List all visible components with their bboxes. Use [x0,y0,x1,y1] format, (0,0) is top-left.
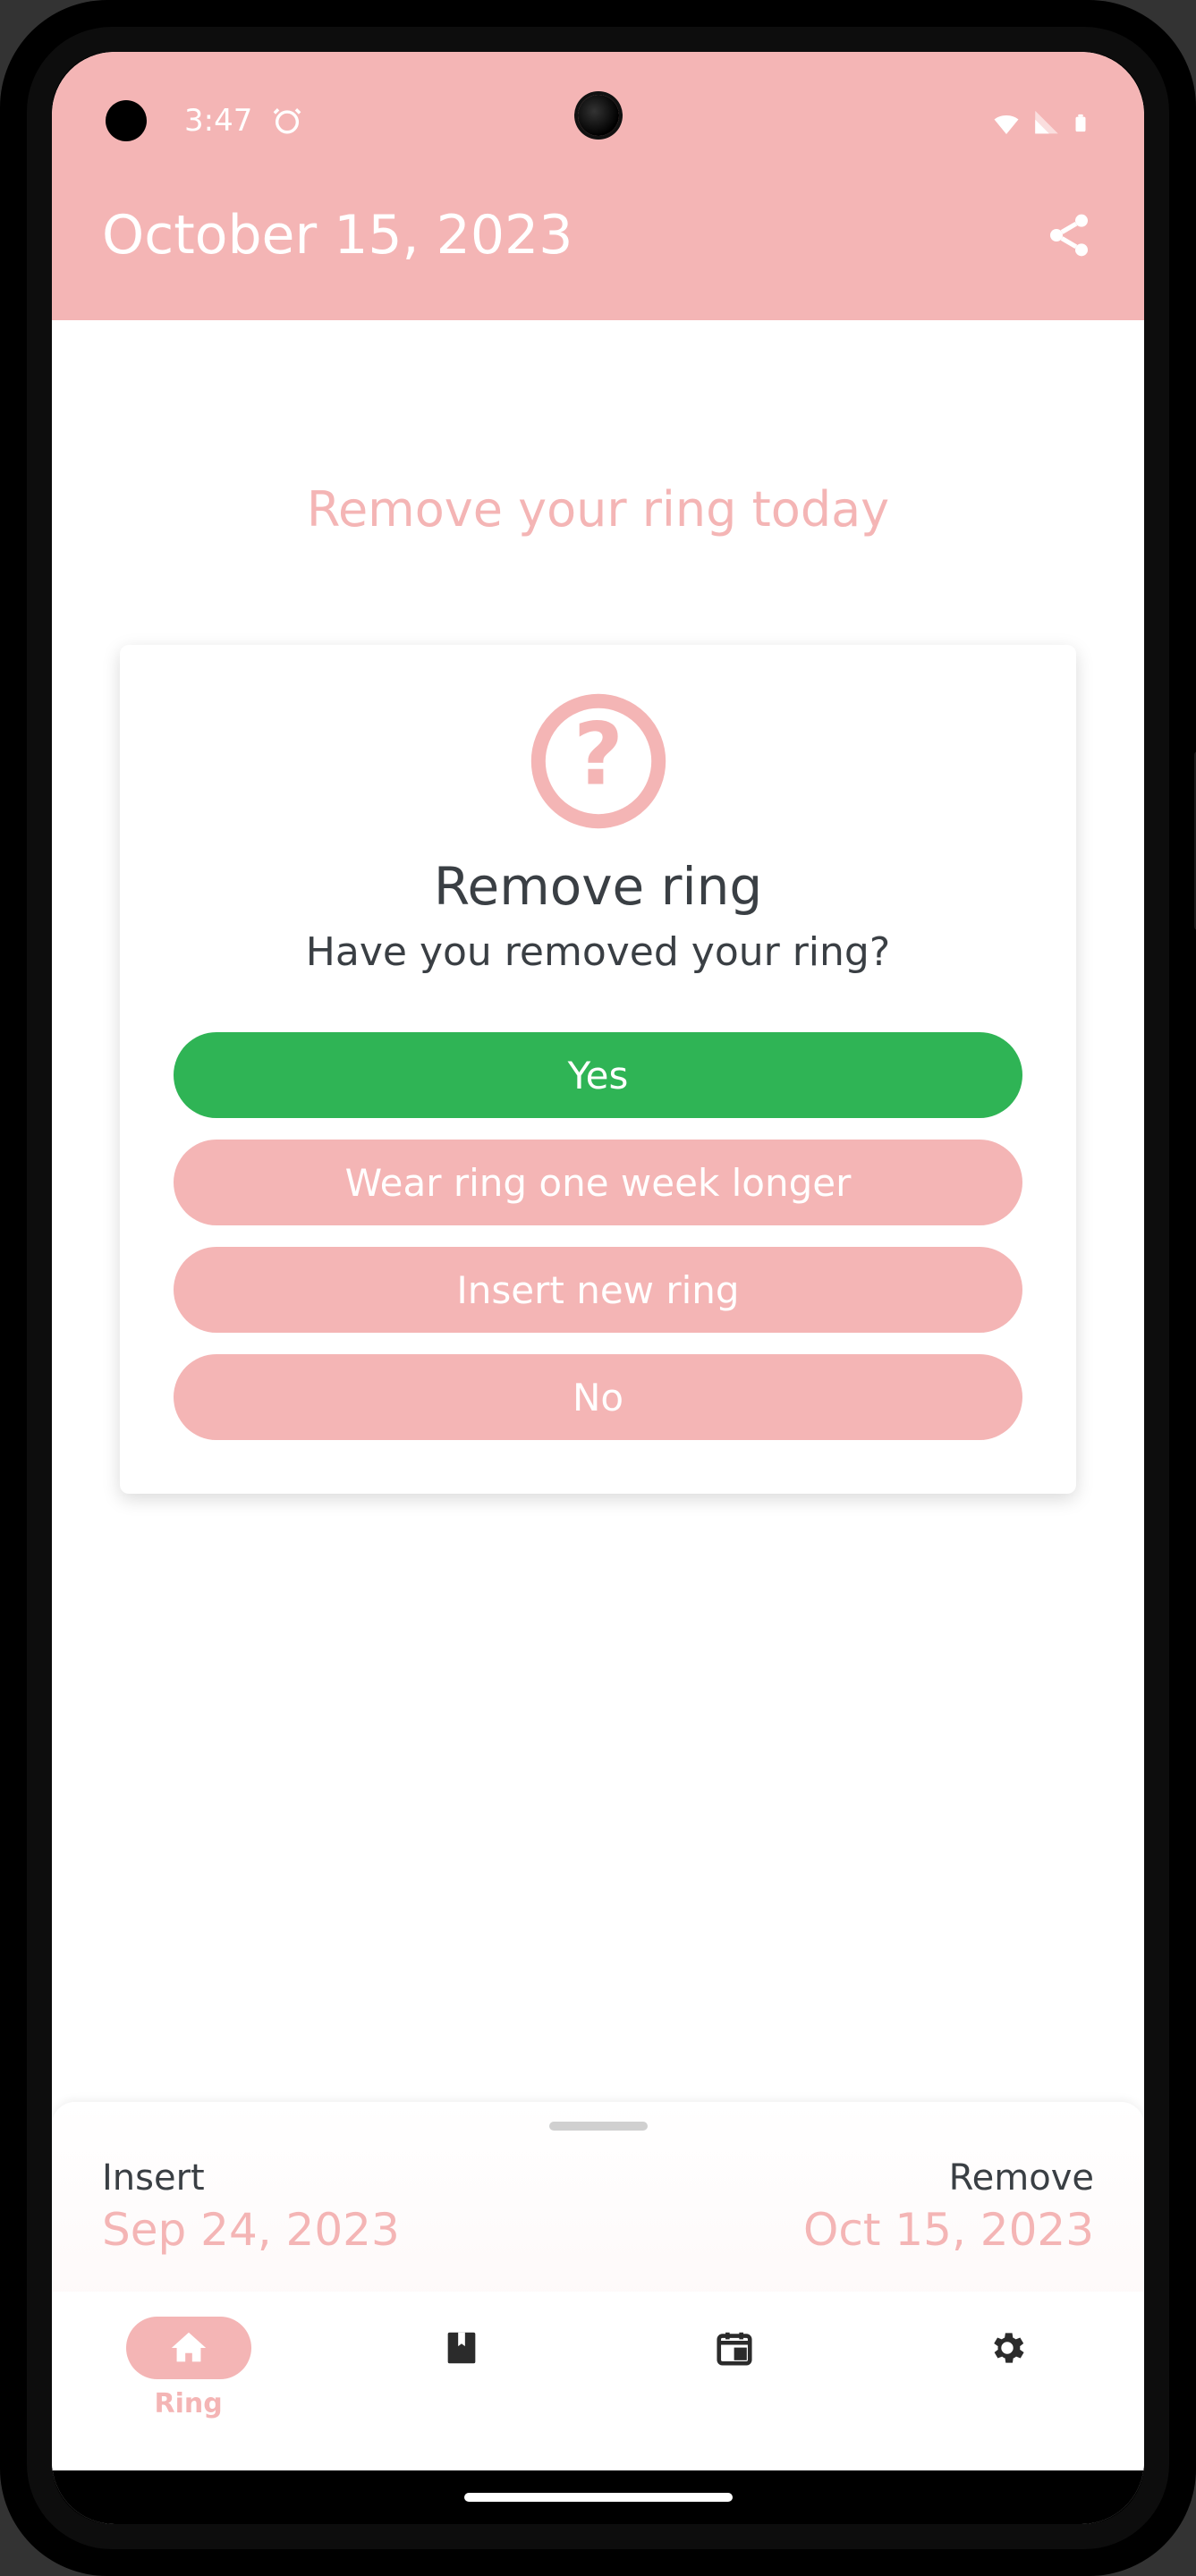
front-camera [578,95,619,136]
status-time: 3:47 [184,103,252,139]
nav-ring[interactable]: Ring [52,2317,325,2419]
share-icon[interactable] [1044,210,1094,260]
extend-button[interactable]: Wear ring one week longer [174,1140,1022,1225]
insert-new-button[interactable]: Insert new ring [174,1247,1022,1333]
prompt-card: ? Remove ring Have you removed your ring… [120,645,1076,1494]
card-question: Have you removed your ring? [306,929,890,975]
remove-date: Oct 15, 2023 [803,2204,1094,2256]
calendar-icon [714,2327,755,2368]
bottom-nav: Ring [52,2292,1144,2470]
home-icon [168,2327,209,2368]
alarm-icon [272,106,302,136]
phone-inner: 3:47 October 15, 2023 [27,27,1169,2549]
status-dot [106,100,147,141]
insert-date: Sep 24, 2023 [102,2204,400,2256]
nav-bookmark[interactable] [325,2317,598,2388]
drag-handle[interactable] [549,2122,648,2131]
question-icon: ? [527,690,670,833]
status-right [990,107,1090,140]
signal-icon [1031,108,1062,139]
screen: 3:47 October 15, 2023 [52,52,1144,2524]
gesture-bar[interactable] [464,2493,733,2502]
app-bar: October 15, 2023 [52,150,1144,320]
nav-settings[interactable] [871,2317,1144,2388]
reminder-text: Remove your ring today [52,320,1144,645]
bookmark-icon [441,2327,482,2368]
nav-ring-label: Ring [155,2388,223,2419]
system-nav [52,2470,1144,2524]
phone-frame: 3:47 October 15, 2023 [0,0,1196,2576]
status-left: 3:47 [106,100,302,141]
main-content: Remove your ring today ? Remove ring Hav… [52,320,1144,2470]
insert-label: Insert [102,2157,400,2199]
dates-panel[interactable]: Insert Sep 24, 2023 Remove Oct 15, 2023 [52,2102,1144,2470]
dates-row: Insert Sep 24, 2023 Remove Oct 15, 2023 [52,2157,1144,2292]
app-bar-title: October 15, 2023 [102,204,573,267]
svg-text:?: ? [573,705,623,805]
wifi-icon [990,107,1022,140]
yes-button[interactable]: Yes [174,1032,1022,1118]
gear-icon [987,2327,1028,2368]
card-title: Remove ring [434,856,762,917]
battery-icon [1071,108,1090,139]
remove-label: Remove [803,2157,1094,2199]
remove-date-block: Remove Oct 15, 2023 [803,2157,1094,2256]
nav-calendar[interactable] [598,2317,871,2388]
insert-date-block: Insert Sep 24, 2023 [102,2157,400,2256]
no-button[interactable]: No [174,1354,1022,1440]
